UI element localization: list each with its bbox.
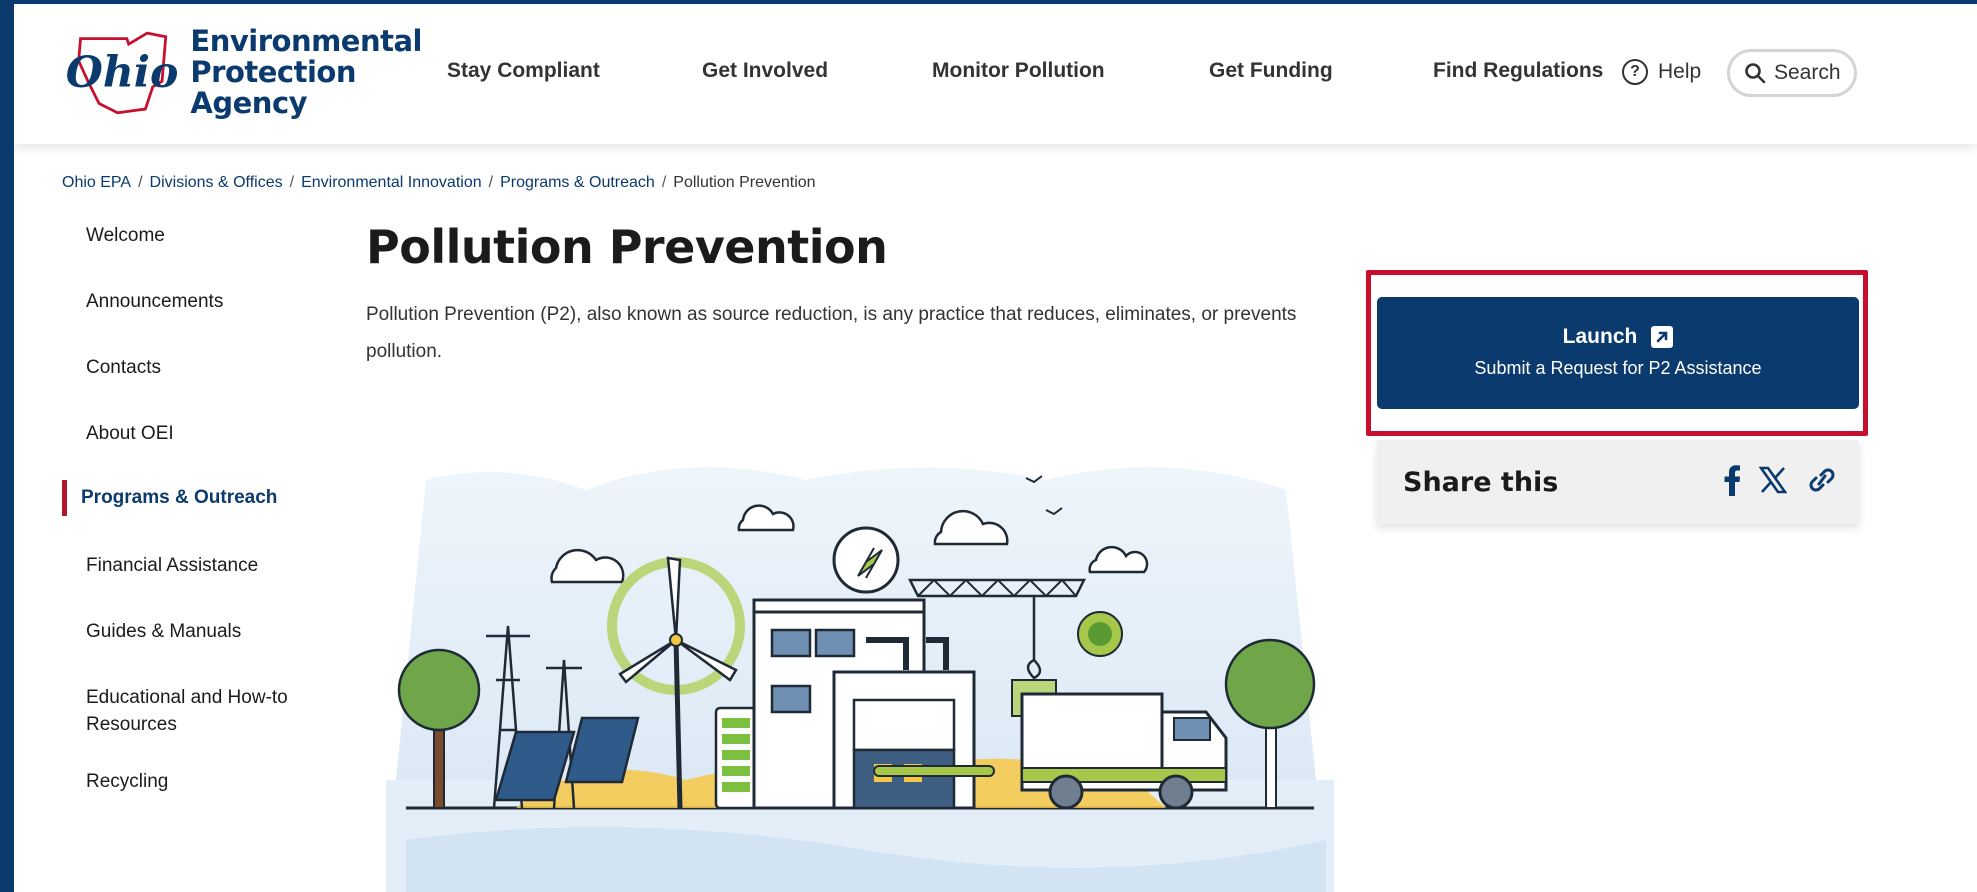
sidebar-item-contacts[interactable]: Contacts: [62, 354, 302, 381]
agency-name-line-1: Environmental: [190, 23, 422, 58]
breadcrumb-separator: /: [488, 174, 494, 191]
launch-subtitle: Submit a Request for P2 Assistance: [1474, 358, 1762, 378]
agency-name: Environmental Protection Agency: [190, 23, 422, 120]
launch-title: Launch: [1562, 325, 1638, 348]
search-label: Search: [1774, 61, 1841, 84]
nav-get-involved[interactable]: Get Involved: [702, 59, 828, 83]
breadcrumb-ohio-epa[interactable]: Ohio EPA: [62, 174, 131, 192]
page-title: Pollution Prevention: [366, 220, 888, 274]
sidebar-item-guides-manuals[interactable]: Guides & Manuals: [62, 618, 302, 645]
share-label: Share this: [1403, 466, 1559, 498]
help-link[interactable]: ? Help: [1622, 59, 1701, 85]
sidebar-item-programs-outreach[interactable]: Programs & Outreach: [62, 480, 302, 516]
sidebar-item-recycling[interactable]: Recycling: [62, 768, 302, 795]
launch-request-button[interactable]: Launch Submit a Request for P2 Assistanc…: [1377, 297, 1859, 409]
sustainability-illustration: [386, 467, 1334, 892]
page: Ohio Environmental Protection Agency Sta…: [14, 4, 1977, 892]
breadcrumb: Ohio EPA / Divisions & Offices / Environ…: [62, 174, 816, 192]
intro-text: Pollution Prevention (P2), also known as…: [366, 304, 1297, 362]
nav-stay-compliant[interactable]: Stay Compliant: [447, 59, 600, 83]
breadcrumb-programs-outreach[interactable]: Programs & Outreach: [500, 174, 655, 192]
breadcrumb-separator: /: [661, 174, 667, 191]
logo-script-text: Ohio: [66, 48, 179, 98]
question-circle-icon: ?: [1622, 59, 1648, 85]
nav-get-funding[interactable]: Get Funding: [1209, 59, 1333, 83]
external-link-icon: [1651, 326, 1674, 348]
help-label: Help: [1658, 60, 1702, 83]
facebook-icon[interactable]: [1723, 464, 1741, 496]
nav-monitor-pollution[interactable]: Monitor Pollution: [932, 59, 1105, 83]
sidebar-item-announcements[interactable]: Announcements: [62, 288, 302, 315]
x-icon[interactable]: [1759, 466, 1787, 494]
agency-name-line-3: Agency: [190, 85, 308, 120]
share-icons: [1705, 464, 1839, 496]
ohio-epa-logo[interactable]: Ohio Environmental Protection Agency: [62, 22, 423, 122]
ohio-logo-icon: Ohio: [66, 31, 179, 115]
sidebar-item-about-oei[interactable]: About OEI: [62, 420, 302, 447]
share-panel: Share this: [1377, 440, 1859, 524]
breadcrumb-current: Pollution Prevention: [673, 174, 816, 191]
agency-name-line-2: Protection: [190, 54, 356, 89]
sidebar-item-financial-assistance[interactable]: Financial Assistance: [62, 552, 302, 579]
breadcrumb-divisions-offices[interactable]: Divisions & Offices: [150, 174, 283, 192]
site-header: Ohio Environmental Protection Agency Sta…: [14, 4, 1977, 144]
breadcrumb-separator: /: [289, 174, 295, 191]
launch-title-row: Launch: [1377, 325, 1859, 349]
link-icon[interactable]: [1805, 466, 1839, 494]
sidebar-item-educational-and-how-to-resources[interactable]: Educational and How-to Resources: [62, 684, 302, 738]
sidebar-item-welcome[interactable]: Welcome: [62, 222, 302, 249]
nav-find-regulations[interactable]: Find Regulations: [1433, 59, 1603, 83]
breadcrumb-environmental-innovation[interactable]: Environmental Innovation: [301, 174, 482, 192]
search-icon: [1745, 63, 1766, 84]
search-button[interactable]: Search: [1727, 49, 1857, 97]
breadcrumb-separator: /: [138, 174, 143, 191]
